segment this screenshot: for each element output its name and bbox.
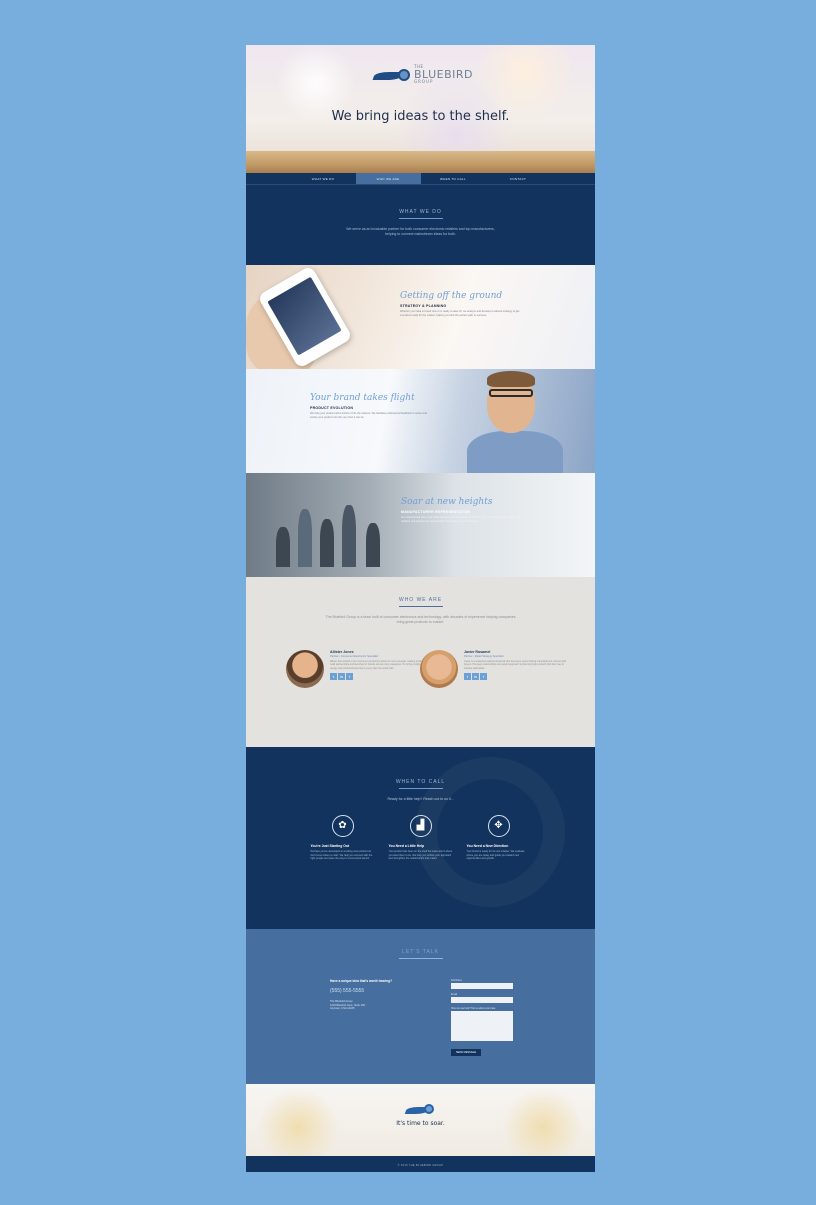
hero-section: THE BLUEBIRD GROUP We bring ideas to the… — [246, 45, 595, 173]
facebook-icon[interactable]: f — [480, 673, 487, 681]
bluebird-logo-icon — [404, 1104, 436, 1116]
title-divider — [398, 606, 443, 607]
feature-representation: Soar at new heights MANUFACTURER REPRESE… — [246, 473, 595, 577]
card-heading: You're Just Starting Out — [310, 844, 350, 848]
copyright-bar: © 2015 THE BLUEBIRD GROUP — [246, 1156, 595, 1172]
avatar — [286, 650, 324, 688]
feature-body: We help your product shine before it hit… — [310, 412, 427, 419]
feature-strategy: Getting off the ground STRATEGY & PLANNI… — [246, 265, 595, 369]
who-we-are-section: WHO WE ARE The Bluebird Group is a team … — [246, 577, 595, 747]
feature-evolution: Your brand takes flight PRODUCT EVOLUTIO… — [246, 369, 595, 473]
decorative-ring — [415, 757, 565, 907]
avatar — [420, 650, 458, 688]
call-reason-card: ✿ You're Just Starting Out Perhaps you'v… — [311, 815, 375, 861]
seedling-icon: ✿ — [331, 815, 354, 837]
feature-subtitle: STRATEGY & PLANNING — [400, 304, 447, 308]
footer-slogan: It's time to soar. — [396, 1120, 445, 1127]
contact-info: Have a unique idea that's worth hearing?… — [330, 979, 440, 1011]
team-member-card: Allister Jones Partner • Consumer Electr… — [286, 650, 436, 688]
feature-subtitle: MANUFACTURER REPRESENTATION — [401, 510, 471, 514]
email-field[interactable] — [451, 997, 513, 1003]
feature-body: Whether your idea is brand new or is rea… — [400, 310, 520, 317]
section-body: We serve as an invaluable partner for bo… — [346, 227, 495, 236]
linkedin-icon[interactable]: in — [338, 673, 345, 681]
linkedin-icon[interactable]: in — [472, 673, 479, 681]
nav-who-we-are[interactable]: WHO WE ARE — [355, 173, 421, 184]
facebook-icon[interactable]: f — [346, 673, 353, 681]
twitter-icon[interactable]: t — [330, 673, 337, 681]
team-member-card: Javier Rosamel Partner • Retail Strategy… — [420, 650, 570, 688]
send-message-button[interactable]: SEND MESSAGE — [451, 1049, 481, 1056]
when-to-call-section: WHEN TO CALL Ready for a little help? Re… — [246, 747, 595, 929]
member-name: Javier Rosamel — [464, 650, 491, 654]
member-bio: Javier is a seasoned retail professional… — [464, 660, 567, 670]
message-field[interactable] — [451, 1011, 513, 1041]
nav-when-to-call[interactable]: WHEN TO CALL — [421, 173, 486, 184]
name-field[interactable] — [451, 983, 513, 989]
section-title: WHO WE ARE — [398, 597, 443, 603]
brand-logo[interactable]: THE BLUEBIRD GROUP — [372, 65, 473, 84]
social-links: t in f — [464, 673, 570, 681]
bluebird-logo-icon — [372, 68, 410, 82]
main-nav: WHAT WE DO WHO WE ARE WHEN TO CALL CONTA… — [246, 173, 595, 185]
title-divider — [398, 218, 443, 219]
contact-form: Full Name Email How can we help? Tell us… — [451, 979, 513, 1056]
footer-hero: It's time to soar. — [246, 1084, 595, 1156]
feature-body: Our experienced team puts trade strategy… — [401, 516, 521, 523]
twitter-icon[interactable]: t — [464, 673, 471, 681]
nav-contact[interactable]: CONTACT — [486, 173, 551, 184]
feature-script-title: Soar at new heights — [401, 497, 493, 507]
address-line: Anytown, USA 12345 — [330, 1007, 355, 1011]
feature-script-title: Getting off the ground — [400, 291, 503, 301]
contact-phone[interactable]: (555) 555-5555 — [330, 988, 440, 994]
section-intro: The Bluebird Group is a team built of co… — [325, 615, 516, 624]
card-body: Perhaps you've developed an exciting new… — [310, 850, 373, 861]
nav-what-we-do[interactable]: WHAT WE DO — [291, 173, 356, 184]
wooden-shelf — [246, 151, 595, 173]
webpage-mockup: THE BLUEBIRD GROUP We bring ideas to the… — [246, 45, 595, 1172]
member-role: Partner • Retail Strategy Specialist — [464, 655, 504, 658]
feature-script-title: Your brand takes flight — [310, 393, 415, 403]
contact-section: LET'S TALK Have a unique idea that's wor… — [246, 929, 595, 1084]
hero-headline: We bring ideas to the shelf. — [331, 109, 510, 124]
section-title: LET'S TALK — [402, 949, 439, 955]
office-meeting-image — [246, 473, 396, 577]
email-label: Email — [451, 993, 457, 996]
feature-subtitle: PRODUCT EVOLUTION — [310, 406, 354, 410]
name-label: Full Name — [451, 979, 462, 982]
contact-question: Have a unique idea that's worth hearing? — [330, 979, 393, 983]
title-divider — [398, 958, 443, 959]
section-title: WHAT WE DO — [399, 209, 442, 215]
message-label: How can we help? Tell us about your idea… — [451, 1007, 496, 1010]
man-with-glasses-image — [467, 369, 563, 473]
what-we-do-section: WHAT WE DO We serve as an invaluable par… — [246, 185, 595, 265]
